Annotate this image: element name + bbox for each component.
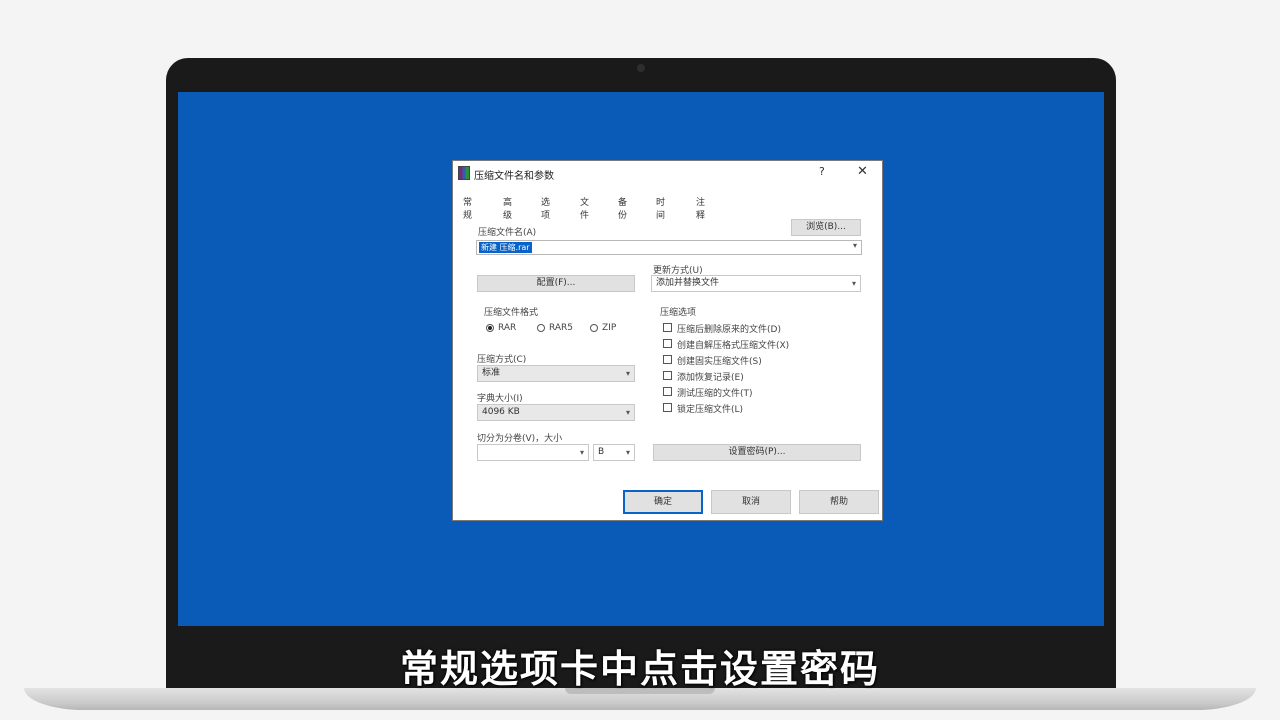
- format-rar-radio[interactable]: [486, 324, 494, 332]
- split-size-input[interactable]: ▾: [477, 444, 589, 461]
- option-recovery-checkbox[interactable]: [663, 371, 672, 380]
- option-test-label: 测试压缩的文件(T): [677, 389, 753, 399]
- chevron-down-icon: ▾: [625, 408, 630, 417]
- method-select[interactable]: 标准 ▾: [477, 365, 635, 382]
- archive-name-input[interactable]: 新建 压缩.rar ▾: [476, 240, 862, 255]
- update-mode-value: 添加并替换文件: [656, 278, 720, 288]
- method-value: 标准: [482, 368, 501, 378]
- method-label: 压缩方式(C): [477, 355, 527, 365]
- option-sfx-checkbox[interactable]: [663, 339, 672, 348]
- option-recovery-label: 添加恢复记录(E): [677, 373, 744, 383]
- chevron-down-icon: ▾: [625, 448, 630, 457]
- ok-button[interactable]: 确定: [623, 490, 703, 514]
- format-rar5-radio[interactable]: [537, 324, 545, 332]
- video-caption: 常规选项卡中点击设置密码: [399, 647, 880, 691]
- dialog-title: 压缩文件名和参数: [474, 171, 554, 182]
- options-label: 压缩选项: [660, 308, 697, 318]
- format-rar5-label: RAR5: [549, 323, 574, 333]
- dict-select[interactable]: 4096 KB ▾: [477, 404, 635, 421]
- tab-advanced[interactable]: 高级: [503, 195, 512, 221]
- profiles-button[interactable]: 配置(F)...: [477, 275, 635, 292]
- option-delete-checkbox[interactable]: [663, 323, 672, 332]
- tab-general[interactable]: 常规: [463, 195, 472, 221]
- chevron-down-icon: ▾: [625, 369, 630, 378]
- browse-button[interactable]: 浏览(B)...: [791, 219, 861, 236]
- split-label: 切分为分卷(V)，大小: [477, 434, 563, 444]
- webcam: [637, 64, 645, 72]
- tab-time[interactable]: 时间: [656, 195, 665, 221]
- chevron-down-icon: ▾: [851, 279, 856, 288]
- format-zip-radio[interactable]: [590, 324, 598, 332]
- help-button[interactable]: 帮助: [799, 490, 879, 514]
- update-mode-select[interactable]: 添加并替换文件 ▾: [651, 275, 861, 292]
- option-lock-label: 锁定压缩文件(L): [677, 405, 744, 415]
- archive-settings-dialog: 压缩文件名和参数 ? ✕ 常规 高级 选项 文件 备份 时间 注释 压缩文件名(…: [452, 160, 883, 521]
- chevron-down-icon: ▾: [579, 448, 584, 457]
- tab-files[interactable]: 文件: [580, 195, 589, 221]
- option-delete-label: 压缩后删除原来的文件(D): [677, 325, 781, 335]
- format-label: 压缩文件格式: [484, 308, 539, 318]
- dict-value: 4096 KB: [482, 407, 520, 417]
- archive-name-value: 新建 压缩.rar: [479, 242, 532, 253]
- option-test-checkbox[interactable]: [663, 387, 672, 396]
- dialog-titlebar: 压缩文件名和参数 ? ✕: [453, 161, 882, 187]
- tab-options[interactable]: 选项: [541, 195, 550, 221]
- tab-backup[interactable]: 备份: [618, 195, 627, 221]
- option-lock-checkbox[interactable]: [663, 403, 672, 412]
- winrar-app-icon: [458, 166, 470, 180]
- option-sfx-label: 创建自解压格式压缩文件(X): [677, 341, 790, 351]
- help-icon[interactable]: ?: [819, 165, 825, 178]
- tab-comment[interactable]: 注释: [696, 195, 705, 221]
- close-icon[interactable]: ✕: [857, 164, 868, 179]
- format-rar-label: RAR: [498, 323, 517, 333]
- archive-name-label: 压缩文件名(A): [478, 228, 537, 238]
- format-zip-label: ZIP: [602, 323, 617, 333]
- set-password-button[interactable]: 设置密码(P)...: [653, 444, 861, 461]
- chevron-down-icon[interactable]: ▾: [853, 241, 857, 250]
- split-unit-value: B: [598, 447, 605, 457]
- dict-label: 字典大小(I): [477, 394, 523, 404]
- option-solid-checkbox[interactable]: [663, 355, 672, 364]
- split-unit-select[interactable]: B ▾: [593, 444, 635, 461]
- cancel-button[interactable]: 取消: [711, 490, 791, 514]
- option-solid-label: 创建固实压缩文件(S): [677, 357, 762, 367]
